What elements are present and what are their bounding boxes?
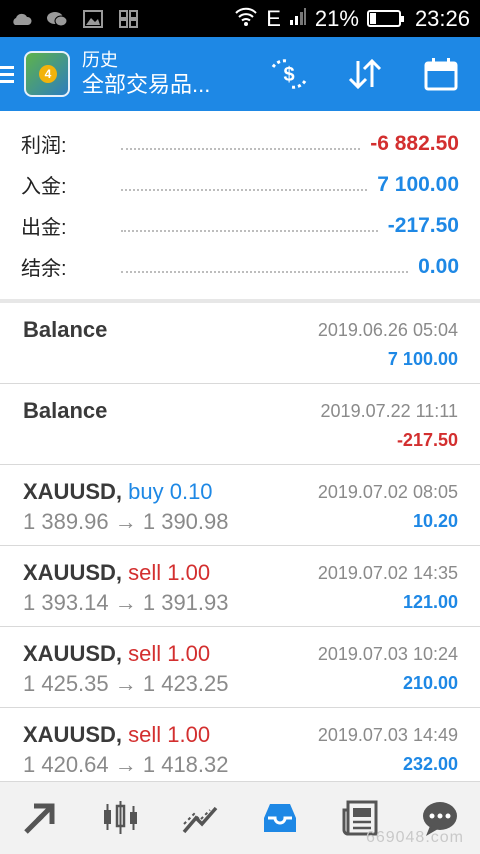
summary-label: 利润: [21, 135, 67, 157]
trend-icon[interactable] [173, 791, 227, 845]
item-symbol: XAUUSD, sell 1.00 [23, 560, 210, 586]
trade-icon[interactable] [13, 791, 67, 845]
history-list[interactable]: Balance 2019.06.26 05:04 7 100.00 Balanc… [0, 303, 480, 781]
logo-badge: 4 [39, 65, 57, 83]
battery-icon [366, 10, 404, 27]
symbol-text: XAUUSD, [23, 641, 123, 666]
item-date: 2019.07.02 14:35 [317, 563, 458, 583]
item-amount: 232.00 [402, 754, 458, 774]
metatrader-logo[interactable]: 4 [24, 51, 70, 97]
summary-panel: 利润: -6 882.50 入金: 7 100.00 出金: -217.50 结… [0, 111, 480, 301]
symbol-text: XAUUSD, [23, 722, 123, 747]
sort-icon[interactable] [344, 53, 386, 95]
symbol-text: XAUUSD, [23, 560, 123, 585]
dotted-leader [121, 138, 361, 150]
network-type: E [266, 5, 281, 31]
item-symbol: Balance [23, 398, 107, 424]
item-amount: 10.20 [412, 511, 458, 531]
dotted-leader [121, 261, 409, 273]
item-amount: 7 100.00 [387, 349, 458, 369]
summary-value: -217.50 [387, 213, 459, 237]
summary-value: -6 882.50 [370, 131, 459, 155]
exchange-dollar-icon[interactable]: $ [268, 53, 310, 95]
toolbar-subtitle: 历史 [82, 50, 118, 70]
item-prices: 1 425.35 → 1 423.25 [23, 671, 229, 696]
symbol-text: Balance [23, 317, 108, 342]
history-inbox-icon[interactable] [253, 791, 307, 845]
item-symbol: XAUUSD, sell 1.00 [23, 722, 210, 748]
clock: 23:26 [414, 5, 470, 31]
summary-row-profit: 利润: -6 882.50 [21, 123, 459, 164]
item-symbol: XAUUSD, sell 1.00 [23, 641, 210, 667]
item-prices: 1 389.96 → 1 390.98 [23, 509, 229, 534]
summary-label: 出金: [21, 217, 67, 239]
symbol-text: Balance [23, 398, 108, 423]
calendar-icon[interactable] [420, 53, 462, 95]
summary-label: 结余: [21, 258, 67, 280]
app-toolbar: 4 历史 全部交易品... $ [0, 37, 480, 111]
item-date: 2019.07.03 14:49 [317, 725, 458, 745]
list-item[interactable]: XAUUSD, buy 0.10 1 389.96 → 1 390.98 201… [0, 465, 480, 546]
list-item[interactable]: XAUUSD, sell 1.00 1 420.64 → 1 418.32 20… [0, 708, 480, 781]
trade-type: sell 1.00 [128, 641, 211, 666]
item-amount: 121.00 [402, 592, 458, 612]
trade-type: buy 0.10 [128, 479, 213, 504]
item-date: 2019.07.03 10:24 [317, 644, 458, 664]
toolbar-title: 全部交易品... [82, 71, 211, 97]
svg-text:$: $ [283, 64, 294, 86]
cloud-icon [10, 10, 32, 28]
item-date: 2019.06.26 05:04 [317, 320, 458, 340]
item-symbol: Balance [23, 317, 107, 343]
item-symbol: XAUUSD, buy 0.10 [23, 479, 213, 505]
item-date: 2019.07.02 08:05 [317, 482, 458, 502]
wechat-icon [46, 10, 68, 28]
trade-type: sell 1.00 [128, 560, 211, 585]
item-amount: 210.00 [402, 673, 458, 693]
menu-icon[interactable] [0, 37, 18, 111]
item-amount: -217.50 [396, 430, 458, 450]
item-date: 2019.07.22 11:11 [320, 401, 458, 421]
dotted-leader [121, 220, 378, 232]
toolbar-titles[interactable]: 历史 全部交易品... [82, 50, 210, 98]
item-prices: 1 420.64 → 1 418.32 [23, 752, 229, 777]
item-prices: 1 393.14 → 1 391.93 [23, 590, 229, 615]
list-item[interactable]: XAUUSD, sell 1.00 1 393.14 → 1 391.93 20… [0, 546, 480, 627]
dotted-leader [121, 179, 368, 191]
symbol-text: XAUUSD, [23, 479, 123, 504]
watermark: 669048.com [365, 829, 464, 846]
list-item[interactable]: Balance 2019.06.26 05:04 7 100.00 [0, 303, 480, 384]
status-bar: E 21% 23:26 [0, 0, 480, 37]
list-item[interactable]: XAUUSD, sell 1.00 1 425.35 → 1 423.25 20… [0, 627, 480, 708]
gallery-icon [82, 9, 104, 28]
battery-text: 21% [314, 5, 359, 31]
summary-row-deposit: 入金: 7 100.00 [21, 164, 459, 205]
summary-row-balance: 结余: 0.00 [21, 246, 459, 287]
apps-icon [118, 9, 140, 28]
wifi-icon [234, 6, 258, 32]
summary-row-withdrawal: 出金: -217.50 [21, 205, 459, 246]
signal-icon [289, 6, 307, 32]
list-item[interactable]: Balance 2019.07.22 11:11 -217.50 [0, 384, 480, 465]
summary-label: 入金: [21, 176, 67, 198]
chart-icon[interactable] [93, 791, 147, 845]
summary-value: 0.00 [418, 254, 459, 278]
summary-value: 7 100.00 [377, 172, 459, 196]
trade-type: sell 1.00 [128, 722, 211, 747]
